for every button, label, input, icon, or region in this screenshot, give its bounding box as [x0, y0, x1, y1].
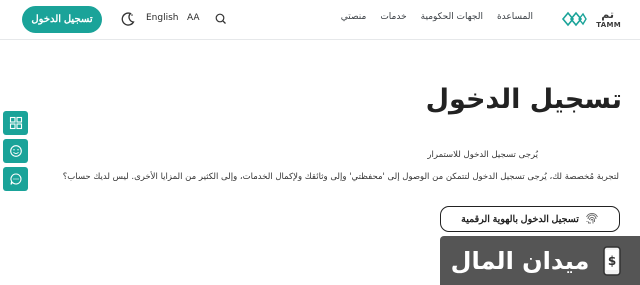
watermark-overlay: $ ميدان المال	[440, 236, 640, 285]
logo-text: TAMM	[596, 21, 621, 29]
nav-item-gov-entities[interactable]: الجهات الحكومية	[421, 12, 483, 22]
login-button[interactable]: تسجيل الدخول	[22, 6, 102, 33]
fingerprint-icon	[585, 213, 598, 224]
chat-icon	[9, 173, 21, 185]
side-toolbar	[3, 111, 29, 191]
uae-pass-label: تسجيل الدخول بالهوية الرقمية	[461, 213, 579, 225]
chat-tool-button[interactable]	[3, 167, 28, 191]
smile-icon	[9, 145, 22, 157]
svg-text:$: $	[608, 254, 616, 268]
font-size-toggle[interactable]: AA	[187, 13, 200, 23]
nav-item-my-platform[interactable]: منصتي	[341, 12, 367, 22]
grid-tool-button[interactable]	[3, 111, 28, 135]
search-icon[interactable]	[214, 12, 228, 26]
grid-icon	[9, 116, 22, 130]
dollar-phone-icon: $	[603, 245, 622, 276]
moon-icon[interactable]	[120, 11, 136, 27]
top-header: تسجيل الدخول English AA منصتي خدمات الجه…	[0, 0, 640, 40]
page-subtitle: يُرجى تسجيل الدخول للاستمرار	[427, 150, 538, 160]
feedback-tool-button[interactable]	[3, 139, 28, 163]
page-description: لتجربة مُخصصة لك، يُرجى تسجيل الدخول لتت…	[62, 172, 619, 182]
watermark-text: ميدان المال	[450, 246, 590, 275]
logo-mark-icon	[561, 11, 587, 27]
nav-item-services[interactable]: خدمات	[380, 12, 406, 22]
nav-item-help[interactable]: المساعدة	[497, 12, 533, 22]
language-toggle[interactable]: English	[146, 13, 179, 23]
page-title: تسجيل الدخول	[425, 84, 622, 115]
logo-arabic: تم	[601, 8, 614, 21]
uae-pass-login-button[interactable]: تسجيل الدخول بالهوية الرقمية	[440, 206, 620, 232]
main-nav: منصتي خدمات الجهات الحكومية المساعدة	[341, 12, 533, 22]
